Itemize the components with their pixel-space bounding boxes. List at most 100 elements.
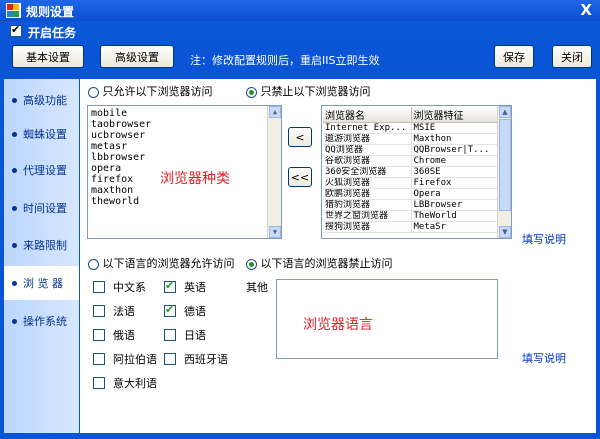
scroll-up-icon[interactable]: ▲	[269, 106, 281, 118]
table-row[interactable]: 世界之窗浏览器 TheWorld	[323, 210, 498, 222]
list-item[interactable]: lbbrowser	[91, 152, 145, 163]
content-panel: 只允许以下浏览器访问 只禁止以下浏览器访问 mobile taobrowser …	[80, 79, 596, 433]
bullet-icon	[12, 131, 17, 137]
sidebar-item-os[interactable]: 操作系统	[4, 304, 79, 338]
language-allow-radio[interactable]	[88, 258, 99, 270]
scroll-thumb[interactable]	[499, 119, 511, 211]
language-option-spanish[interactable]: 西班牙语	[164, 351, 228, 367]
language-option-japanese[interactable]: 日语	[164, 327, 206, 343]
browser-deny-option[interactable]: 只禁止以下浏览器访问	[246, 83, 371, 99]
language-help-link[interactable]: 填写说明	[522, 350, 566, 366]
sidebar-item-label: 高级功能	[23, 94, 67, 107]
enable-task-checkbox[interactable]	[10, 23, 22, 37]
window-close-button[interactable]: X	[580, 1, 592, 19]
language-option-russian[interactable]: 俄语	[93, 327, 135, 343]
table-row[interactable]: Internet Exp... MSIE	[323, 122, 498, 134]
window-title: 规则设置	[26, 5, 75, 19]
toolbar: 基本设置 高级设置 注：修改配置规则后，重启IIS立即生效 保存 关闭	[0, 41, 600, 73]
table-row[interactable]: 欧鹏浏览器 Opera	[323, 188, 498, 200]
language-deny-option[interactable]: 以下语言的浏览器禁止访问	[246, 255, 393, 271]
cell-name: 欧鹏浏览器	[323, 188, 412, 200]
basic-settings-button[interactable]: 基本设置	[12, 45, 84, 68]
list-item[interactable]: theworld	[91, 196, 139, 207]
cell-name: Internet Exp...	[323, 122, 412, 134]
browser-list-scrollbar[interactable]: ▲ ▼	[267, 106, 281, 238]
column-header-name[interactable]: 浏览器名	[323, 107, 412, 123]
sidebar-item-spider[interactable]: 蜘蛛设置	[4, 117, 79, 151]
table-row[interactable]: QQ浏览器 QQBrowser|T...	[323, 144, 498, 156]
browser-help-link[interactable]: 填写说明	[522, 231, 566, 247]
language-checkbox[interactable]	[164, 303, 176, 317]
table-row[interactable]: 火狐浏览器 Firefox	[323, 177, 498, 189]
cell-name: 360安全浏览器	[323, 166, 412, 178]
sidebar-item-time[interactable]: 时间设置	[4, 191, 79, 225]
list-item[interactable]: mobile	[91, 108, 127, 119]
language-checkbox[interactable]	[164, 329, 176, 341]
sidebar-item-label: 来路限制	[23, 239, 67, 252]
cell-name: 猎豹浏览器	[323, 199, 412, 211]
language-label: 德语	[184, 305, 206, 318]
language-checkbox[interactable]	[93, 329, 105, 341]
move-all-left-button[interactable]: <<	[288, 167, 312, 187]
scroll-up-icon[interactable]: ▲	[499, 106, 511, 118]
list-item[interactable]: firefox	[91, 174, 133, 185]
bullet-icon	[12, 242, 17, 248]
bullet-icon	[12, 318, 17, 324]
close-button[interactable]: 关闭	[552, 45, 592, 68]
language-deny-radio[interactable]	[246, 258, 257, 270]
language-checkbox[interactable]	[164, 279, 176, 293]
language-checkbox[interactable]	[93, 353, 105, 365]
cell-name: 搜狗浏览器	[323, 221, 412, 233]
language-checkbox[interactable]	[93, 281, 105, 293]
cell-feature: LBBrowser	[411, 199, 498, 211]
language-allow-option[interactable]: 以下语言的浏览器允许访问	[88, 255, 235, 271]
list-item[interactable]: opera	[91, 163, 121, 174]
sidebar-item-label: 操作系统	[23, 315, 67, 328]
app-icon	[6, 3, 21, 18]
language-option-french[interactable]: 法语	[93, 303, 135, 319]
list-item[interactable]: ucbrowser	[91, 130, 145, 141]
language-label: 日语	[184, 329, 206, 342]
table-row[interactable]: 遨游浏览器 Maxthon	[323, 133, 498, 145]
sidebar-item-proxy[interactable]: 代理设置	[4, 153, 79, 187]
scroll-down-icon[interactable]: ▼	[499, 226, 511, 238]
language-option-chinese[interactable]: 中文系	[93, 279, 146, 295]
language-checkbox[interactable]	[164, 353, 176, 365]
browser-list[interactable]: mobile taobrowser ucbrowser metasr lbbro…	[87, 105, 282, 239]
save-button[interactable]: 保存	[494, 45, 534, 68]
table-row[interactable]: 搜狗浏览器 MetaSr	[323, 221, 498, 233]
language-checkbox[interactable]	[93, 305, 105, 317]
language-option-german[interactable]: 德语	[164, 303, 206, 319]
list-item[interactable]: metasr	[91, 141, 127, 152]
cell-feature: Firefox	[411, 177, 498, 189]
language-option-arabic[interactable]: 阿拉伯语	[93, 351, 157, 367]
move-left-button[interactable]: <	[288, 127, 312, 147]
sidebar-item-referer[interactable]: 来路限制	[4, 228, 79, 262]
cell-feature: TheWorld	[411, 210, 498, 222]
sidebar-item-label: 代理设置	[23, 164, 67, 177]
restart-note: 注：修改配置规则后，重启IIS立即生效	[190, 54, 380, 67]
browser-deny-radio[interactable]	[246, 86, 257, 98]
browser-table-scrollbar[interactable]: ▲ ▼	[497, 106, 511, 238]
list-item[interactable]: maxthon	[91, 185, 133, 196]
browser-table[interactable]: 浏览器名 浏览器特征 Internet Exp... MSIE 遨游浏览器 Maxt…	[321, 105, 512, 239]
cell-name: QQ浏览器	[323, 144, 412, 156]
list-item[interactable]: taobrowser	[91, 119, 151, 130]
sidebar-item-browser[interactable]: 浏 览 器	[4, 266, 79, 300]
table-row[interactable]: 360安全浏览器 360SE	[323, 166, 498, 178]
language-option-english[interactable]: 英语	[164, 279, 206, 295]
language-option-italian[interactable]: 意大利语	[93, 375, 157, 391]
browser-allow-option[interactable]: 只允许以下浏览器访问	[88, 83, 213, 99]
browser-allow-radio[interactable]	[88, 86, 99, 98]
table-row[interactable]: 猎豹浏览器 LBBrowser	[323, 199, 498, 211]
other-language-input[interactable]: 浏览器语言	[276, 279, 498, 359]
column-header-feature[interactable]: 浏览器特征	[411, 107, 498, 123]
advanced-settings-button[interactable]: 高级设置	[100, 45, 174, 68]
language-checkbox[interactable]	[93, 377, 105, 389]
sidebar-item-advanced[interactable]: 高级功能	[4, 83, 79, 117]
cell-feature: MetaSr	[411, 221, 498, 233]
cell-name: 遨游浏览器	[323, 133, 412, 145]
scroll-down-icon[interactable]: ▼	[269, 226, 281, 238]
table-row[interactable]: 谷歌浏览器 Chrome	[323, 155, 498, 167]
enable-task-label: 开启任务	[28, 26, 77, 40]
